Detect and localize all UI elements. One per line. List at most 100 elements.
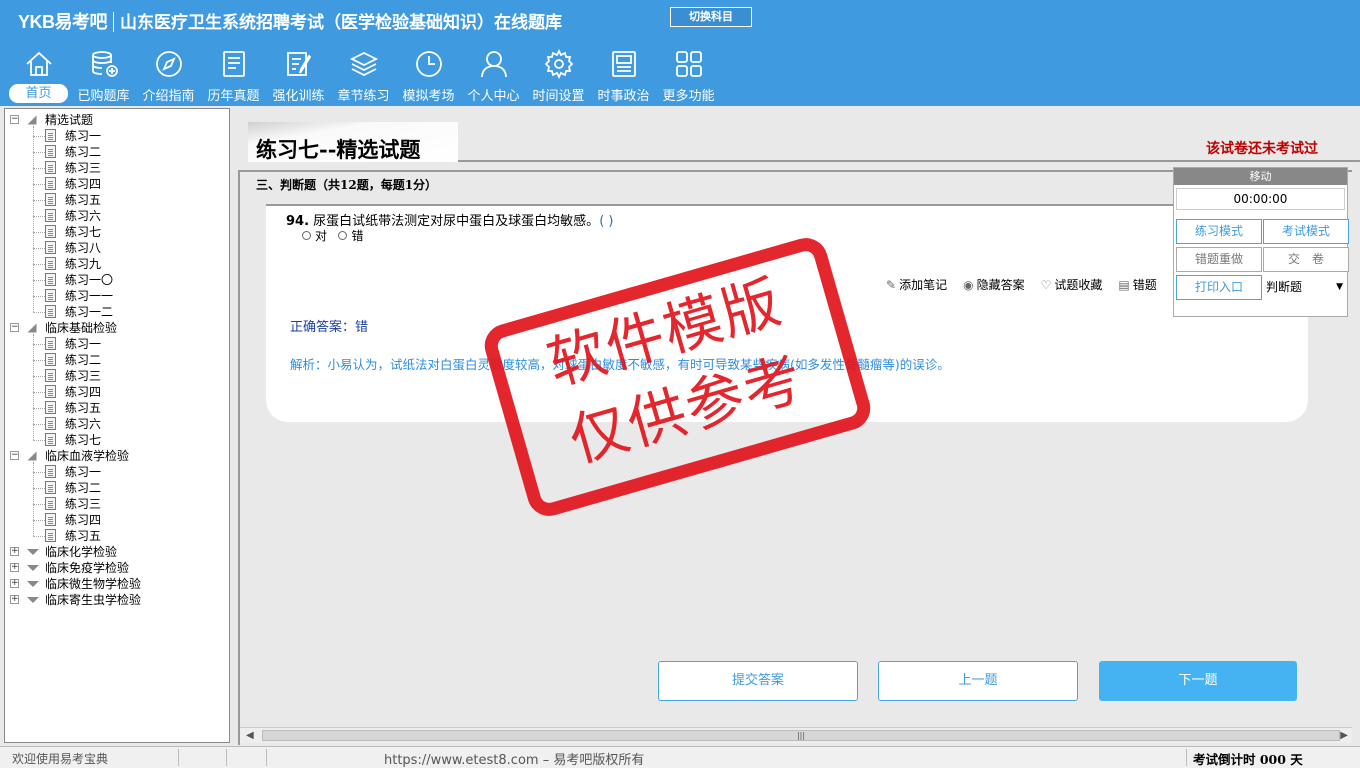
tree-category[interactable]: − 精选试题 — [5, 112, 225, 128]
folder-triangle-icon — [27, 451, 37, 461]
tree-category-label: 临床微生物学检验 — [45, 577, 142, 591]
tree-category[interactable]: + 临床免疫学检验 — [5, 560, 225, 576]
tree-item-exercise[interactable]: 练习三 — [5, 496, 225, 512]
main-nav: 首页 已购题库 介绍指南 历年真题 强化训练 章节练习 模拟考场 个人中心 时间… — [6, 48, 721, 106]
tree-item-label: 练习四 — [65, 385, 102, 399]
tree-item-label: 练习一一 — [65, 289, 114, 303]
tree-item-exercise[interactable]: 练习五 — [5, 400, 225, 416]
document-icon — [45, 385, 56, 398]
tree-item-exercise[interactable]: 练习一二 — [5, 304, 225, 320]
gear-icon — [544, 48, 573, 80]
tree-item-exercise[interactable]: 练习八 — [5, 240, 225, 256]
tree-item-exercise[interactable]: 练习一〇 — [5, 272, 225, 288]
favorite-button[interactable]: ♡ 试题收藏 — [1041, 276, 1103, 293]
submit-answer-button[interactable]: 提交答案 — [658, 661, 858, 701]
expand-icon[interactable]: + — [10, 579, 19, 588]
nav-home[interactable]: 首页 — [6, 48, 71, 104]
submit-paper-button[interactable]: 交 卷 — [1263, 247, 1349, 272]
horizontal-scrollbar[interactable]: ◀ ||| ▶ — [240, 727, 1352, 743]
tree-category[interactable]: + 临床微生物学检验 — [5, 576, 225, 592]
tree-item-exercise[interactable]: 练习七 — [5, 432, 225, 448]
collapse-icon[interactable]: − — [10, 323, 19, 332]
nav-time-settings[interactable]: 时间设置 — [526, 48, 591, 104]
tree-item-exercise[interactable]: 练习一 — [5, 336, 225, 352]
expand-icon[interactable]: + — [10, 563, 19, 572]
tree-connector — [33, 360, 45, 361]
nav-intensive[interactable]: 强化训练 — [266, 48, 331, 104]
radio-false[interactable] — [338, 231, 348, 240]
tree-item-exercise[interactable]: 练习二 — [5, 480, 225, 496]
nav-purchased[interactable]: 已购题库 — [71, 48, 136, 104]
nav-mock-exam[interactable]: 模拟考场 — [396, 48, 461, 104]
tree-item-label: 练习七 — [65, 433, 102, 447]
control-panel: 移动 00:00:00 练习模式 考试模式 错题重做 交 卷 打印入口 判断题 … — [1173, 167, 1349, 317]
collapse-icon[interactable]: − — [10, 451, 19, 460]
tree-category[interactable]: − 临床血液学检验 — [5, 448, 225, 464]
tree-connector — [33, 462, 34, 536]
document-icon — [45, 497, 56, 510]
tree-category[interactable]: − 临床基础检验 — [5, 320, 225, 336]
option-false-label: 错 — [351, 229, 364, 243]
tree-item-label: 练习六 — [65, 417, 102, 431]
nav-label: 个人中心 — [467, 89, 520, 104]
redo-wrong-button[interactable]: 错题重做 — [1176, 247, 1262, 272]
option-false[interactable]: 错 — [338, 229, 363, 243]
nav-guide[interactable]: 介绍指南 — [136, 48, 201, 104]
tree-connector — [33, 334, 34, 440]
next-question-button[interactable]: 下一题 — [1099, 661, 1297, 701]
tree-item-label: 练习九 — [65, 257, 102, 271]
switch-subject-button[interactable]: 切换科目 — [670, 7, 752, 27]
tree-item-exercise[interactable]: 练习一 — [5, 128, 225, 144]
tree-item-exercise[interactable]: 练习一 — [5, 464, 225, 480]
favorite-label: 试题收藏 — [1054, 278, 1103, 292]
tree-item-exercise[interactable]: 练习五 — [5, 528, 225, 544]
print-button[interactable]: 打印入口 — [1176, 275, 1262, 300]
document-icon — [45, 481, 56, 494]
tree-item-exercise[interactable]: 练习七 — [5, 224, 225, 240]
tree-item-exercise[interactable]: 练习三 — [5, 160, 225, 176]
tree-category[interactable]: + 临床寄生虫学检验 — [5, 592, 225, 608]
document-icon — [45, 289, 56, 302]
question-type-select[interactable]: 判断题 ▼ — [1264, 275, 1347, 300]
tree-item-exercise[interactable]: 练习四 — [5, 512, 225, 528]
tree-connector — [33, 312, 45, 313]
tree-item-exercise[interactable]: 练习六 — [5, 208, 225, 224]
tree-category[interactable]: + 临床化学检验 — [5, 544, 225, 560]
tree-connector — [33, 504, 45, 505]
collapse-icon[interactable]: − — [10, 115, 19, 124]
tree-item-exercise[interactable]: 练习九 — [5, 256, 225, 272]
scroll-right-icon[interactable]: ▶ — [1340, 730, 1348, 741]
tree-item-exercise[interactable]: 练习四 — [5, 384, 225, 400]
option-true[interactable]: 对 — [302, 229, 327, 243]
tree-item-exercise[interactable]: 练习四 — [5, 176, 225, 192]
expand-icon[interactable]: + — [10, 595, 19, 604]
panel-drag-handle[interactable]: 移动 — [1174, 168, 1347, 185]
wrong-book-button[interactable]: ▤ 错题 — [1118, 276, 1156, 293]
nav-more[interactable]: 更多功能 — [656, 48, 721, 104]
document-icon — [45, 369, 56, 382]
nav-profile[interactable]: 个人中心 — [461, 48, 526, 104]
list-icon — [222, 51, 245, 77]
radio-true[interactable] — [302, 231, 311, 240]
answer-options: 对 错 — [302, 227, 363, 244]
tree-item-exercise[interactable]: 练习六 — [5, 416, 225, 432]
tree-item-exercise[interactable]: 练习二 — [5, 144, 225, 160]
document-icon — [45, 433, 56, 446]
nav-past-papers[interactable]: 历年真题 — [201, 48, 266, 104]
prev-question-button[interactable]: 上一题 — [878, 661, 1078, 701]
question-type-value: 判断题 — [1266, 280, 1303, 294]
tree-connector — [33, 152, 45, 153]
exam-mode-button[interactable]: 考试模式 — [1263, 219, 1349, 244]
scroll-left-icon[interactable]: ◀ — [246, 730, 254, 741]
tree-item-exercise[interactable]: 练习一一 — [5, 288, 225, 304]
expand-icon[interactable]: + — [10, 547, 19, 556]
nav-current-affairs[interactable]: 时事政治 — [591, 48, 656, 104]
tree-item-exercise[interactable]: 练习五 — [5, 192, 225, 208]
practice-mode-button[interactable]: 练习模式 — [1176, 219, 1262, 244]
tree-item-exercise[interactable]: 练习三 — [5, 368, 225, 384]
hide-answer-button[interactable]: ◉ 隐藏答案 — [963, 276, 1025, 293]
nav-chapter[interactable]: 章节练习 — [331, 48, 396, 104]
add-note-button[interactable]: ✎ 添加笔记 — [886, 276, 947, 293]
scrollbar-thumb[interactable]: ||| — [262, 730, 1340, 741]
tree-item-exercise[interactable]: 练习二 — [5, 352, 225, 368]
